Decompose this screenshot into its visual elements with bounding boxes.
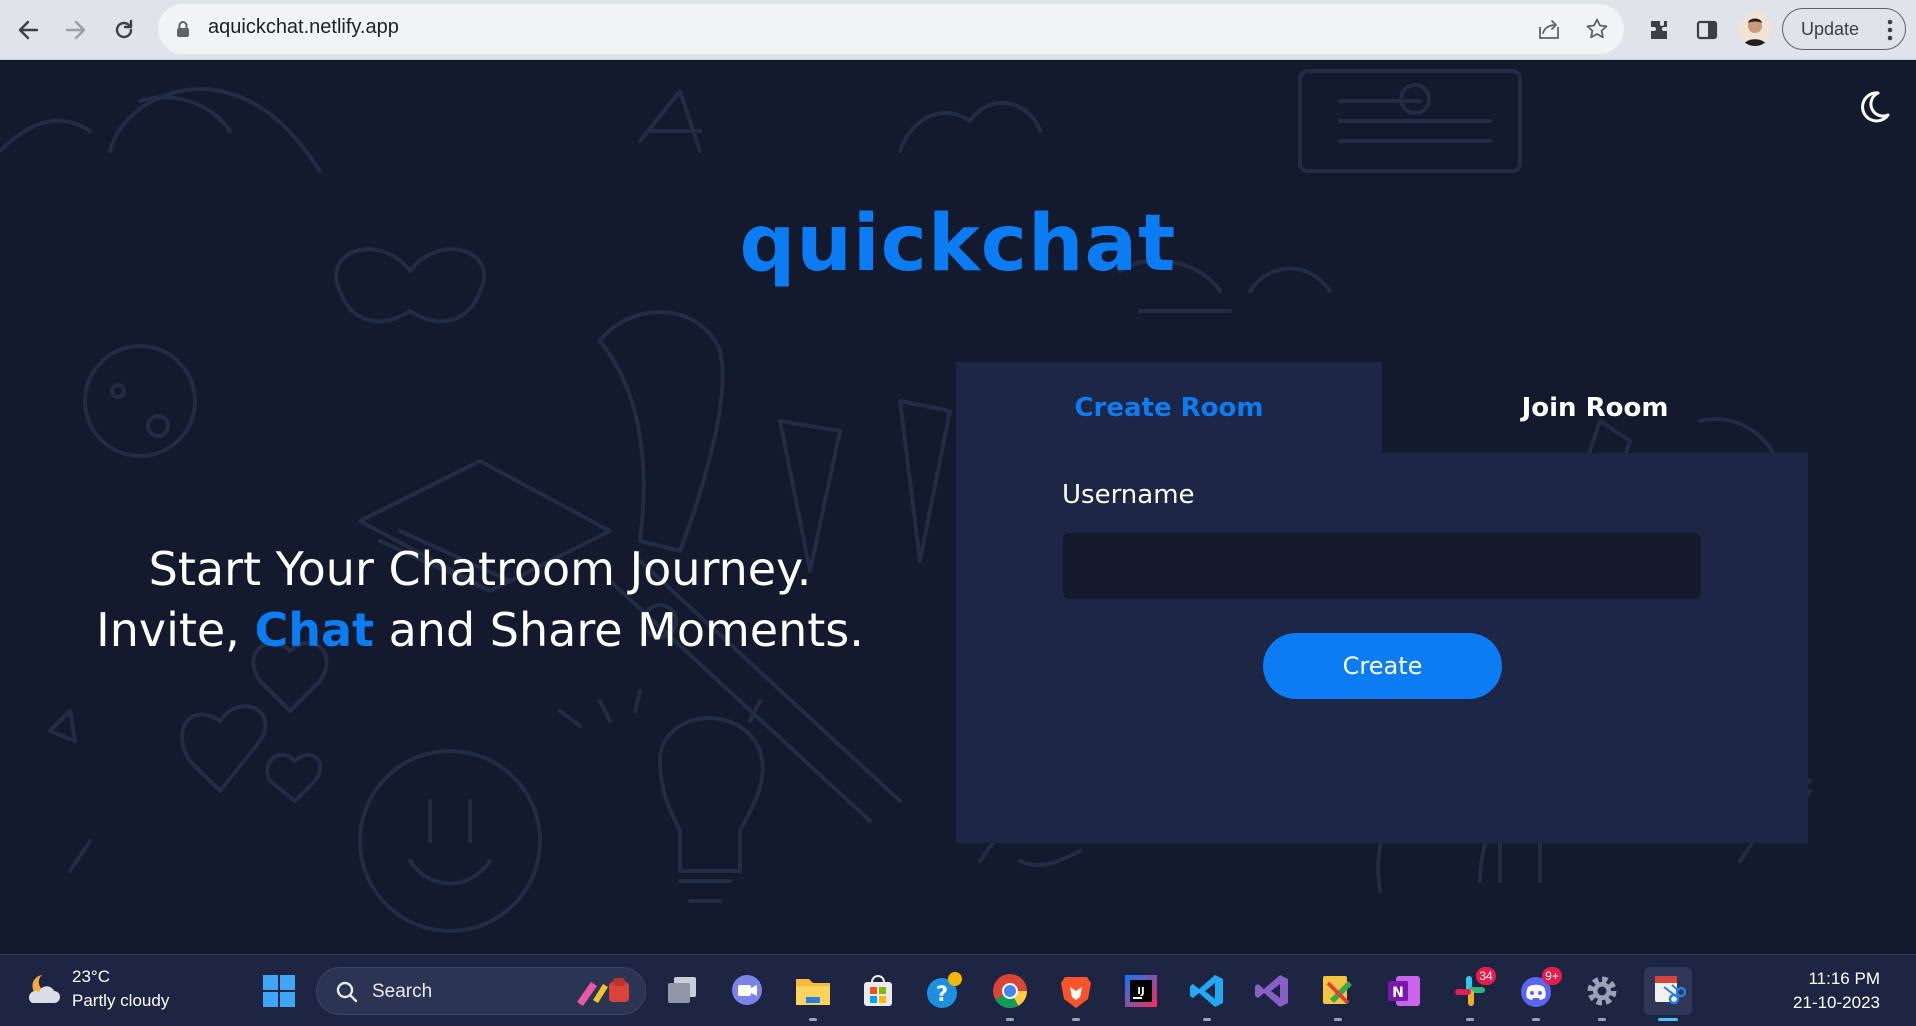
system-clock[interactable]: 11:16 PM 21-10-2023 — [1793, 967, 1880, 1015]
taskbar-app-file-explorer[interactable] — [789, 967, 837, 1021]
arrow-right-icon — [65, 20, 86, 40]
start-button[interactable] — [255, 967, 303, 1015]
search-placeholder: Search — [372, 981, 433, 1002]
snipping-tool-icon — [1655, 976, 1686, 1005]
taskbar-app-snipping-sketch[interactable] — [1314, 967, 1362, 1021]
lock-icon — [176, 20, 190, 42]
clock-time: 11:16 PM — [1808, 969, 1880, 988]
create-room-panel: Username Create — [956, 453, 1808, 843]
forward-button[interactable] — [56, 10, 96, 50]
share-icon[interactable] — [1536, 16, 1562, 42]
app-page: quickchat Start Your Chatroom Journey. I… — [0, 61, 1916, 954]
browser-toolbar: aquickchat.netlify.app Update — [0, 0, 1916, 60]
taskbar-app-chrome[interactable] — [986, 967, 1034, 1021]
taskbar-app-task-view[interactable] — [658, 967, 706, 1015]
intellij-icon: IJ — [1125, 975, 1157, 1007]
taskbar-app-settings[interactable] — [1578, 967, 1626, 1021]
tab-join-room[interactable]: Join Room — [1382, 362, 1808, 453]
tab-create-room[interactable]: Create Room — [956, 362, 1382, 453]
update-label: Update — [1801, 18, 1860, 39]
windows-logo-icon — [263, 975, 295, 1007]
url-text: aquickchat.netlify.app — [208, 16, 399, 38]
username-label: Username — [1062, 480, 1195, 510]
address-bar[interactable]: aquickchat.netlify.app — [158, 4, 1624, 54]
clock-date: 21-10-2023 — [1793, 993, 1880, 1012]
reload-button[interactable] — [104, 10, 144, 50]
weather-temperature: 23°C — [72, 967, 110, 986]
vscode-icon — [1190, 975, 1223, 1007]
slack-badge: 34 — [1476, 967, 1496, 985]
taskbar-app-brave[interactable] — [1052, 967, 1100, 1021]
taskbar-app-onenote[interactable]: N — [1380, 967, 1428, 1015]
help-question-icon: ? — [927, 972, 962, 1008]
search-highlight-icon — [573, 976, 637, 1010]
taskbar-app-get-help[interactable]: ? — [920, 967, 968, 1015]
arrow-left-icon — [18, 20, 39, 40]
hero-accent-word: Chat — [254, 603, 374, 657]
sketch-tools-icon — [1323, 976, 1352, 1005]
task-view-icon — [668, 977, 696, 1003]
weather-widget[interactable]: 23°C Partly cloudy — [20, 967, 200, 1015]
hero-line-2: Invite, Chat and Share Moments. — [60, 600, 900, 661]
hero-text: Start Your Chatroom Journey. Invite, Cha… — [60, 539, 900, 661]
folder-icon — [796, 979, 830, 1005]
back-button[interactable] — [8, 10, 48, 50]
search-icon — [335, 980, 359, 1008]
taskbar-app-visual-studio[interactable] — [1248, 967, 1296, 1015]
taskbar-app-microsoft-store[interactable] — [854, 967, 902, 1015]
username-input[interactable] — [1063, 533, 1701, 599]
hero-line-2-suffix: and Share Moments. — [373, 603, 864, 657]
taskbar-app-vs-code[interactable] — [1183, 967, 1231, 1021]
update-button[interactable]: Update — [1782, 8, 1906, 50]
taskbar-search[interactable]: Search — [316, 967, 646, 1015]
partly-cloudy-night-icon — [24, 971, 64, 1013]
taskbar-app-slack[interactable]: 34 — [1446, 967, 1496, 1021]
hero-line-2-prefix: Invite, — [96, 603, 255, 657]
profile-avatar[interactable] — [1738, 12, 1772, 46]
svg-text:N: N — [1392, 985, 1404, 1001]
visual-studio-icon — [1255, 975, 1288, 1007]
weather-condition: Partly cloudy — [72, 991, 170, 1010]
chrome-icon — [993, 974, 1027, 1008]
more-vert-icon — [1887, 19, 1893, 46]
taskbar-app-intellij[interactable]: IJ — [1117, 967, 1165, 1015]
reload-icon — [115, 19, 133, 39]
onenote-icon: N — [1388, 976, 1420, 1006]
teams-chat-icon — [732, 975, 762, 1005]
bookmark-star-icon[interactable] — [1584, 16, 1610, 42]
discord-badge: 9+ — [1542, 967, 1562, 985]
theme-toggle-moon-icon[interactable] — [1856, 89, 1892, 125]
room-card: Create Room Join Room Username Create — [956, 362, 1808, 843]
windows-taskbar: 23°C Partly cloudy Search ? IJ N 34 9+ 1… — [0, 954, 1916, 1026]
extensions-puzzle-icon[interactable] — [1642, 13, 1676, 47]
hero-line-1: Start Your Chatroom Journey. — [148, 542, 812, 596]
taskbar-app-snipping-tool[interactable] — [1644, 967, 1692, 1021]
svg-text:IJ: IJ — [1137, 986, 1144, 997]
side-panel-icon[interactable] — [1690, 13, 1724, 47]
taskbar-app-discord[interactable]: 9+ — [1512, 967, 1562, 1021]
brave-lion-icon — [1061, 977, 1091, 1008]
svg-text:?: ? — [936, 982, 948, 1006]
store-bag-icon — [864, 975, 892, 1006]
app-logo: quickchat — [739, 199, 1177, 289]
settings-gear-icon — [1587, 976, 1617, 1006]
create-button[interactable]: Create — [1263, 633, 1502, 699]
taskbar-app-teams[interactable] — [723, 967, 771, 1015]
